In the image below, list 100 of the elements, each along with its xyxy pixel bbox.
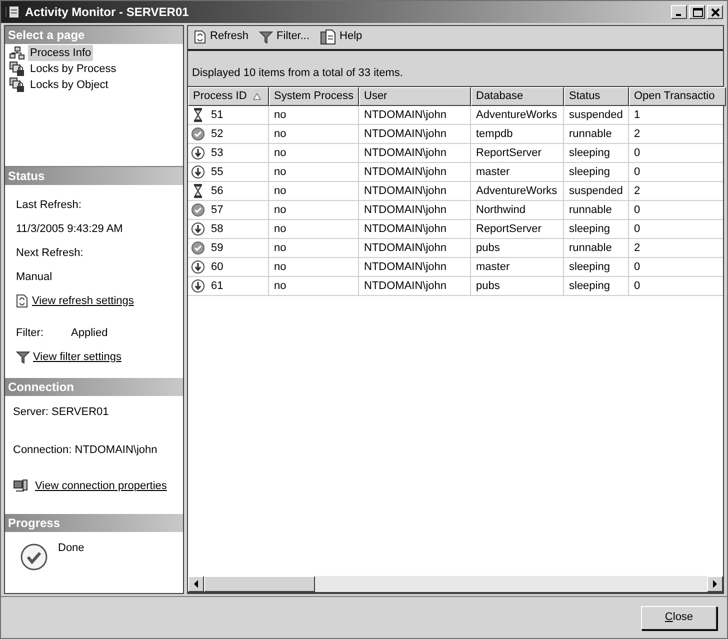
- computer-icon: [13, 479, 29, 493]
- table-cell-text: 2: [634, 126, 640, 142]
- lock-icon: [9, 61, 25, 77]
- table-cell-text: no: [274, 278, 286, 294]
- process-icon: [9, 45, 25, 61]
- table-cell-text: NTDOMAIN\john: [364, 108, 447, 123]
- table-cell-text: no: [274, 240, 286, 256]
- table-cell-text: no: [274, 222, 286, 237]
- section-header: Status: [5, 167, 183, 185]
- table-cell-text: no: [274, 164, 286, 180]
- connection-properties-link[interactable]: View connection properties: [35, 478, 167, 494]
- window-title: Activity Monitor - SERVER01: [25, 4, 190, 21]
- toolbar-button[interactable]: Filter...: [258, 26, 310, 46]
- table-cell-text: NTDOMAIN\john: [364, 260, 447, 275]
- table-cell-text: NTDOMAIN\john: [364, 278, 447, 294]
- table-cell-text: 2: [634, 240, 640, 256]
- connection-text: Connection: NTDOMAIN\john: [13, 442, 158, 458]
- column-header[interactable]: Status: [564, 87, 629, 106]
- app-icon: [5, 4, 21, 20]
- column-header[interactable]: Database: [471, 87, 564, 106]
- table-cell-text: NTDOMAIN\john: [364, 202, 447, 218]
- table-cell-text: runnable: [569, 126, 612, 142]
- horizontal-scrollbar[interactable]: [188, 576, 723, 593]
- table-cell-text: suspended: [569, 184, 623, 199]
- column-header[interactable]: Open Transactio: [629, 87, 726, 106]
- table-cell-text: 55: [211, 164, 224, 180]
- refresh-icon: [16, 294, 28, 308]
- page-list-item[interactable]: Process Info: [28, 44, 94, 62]
- table-cell-text: runnable: [569, 240, 612, 256]
- filter-value: Applied: [71, 326, 108, 341]
- check-icon: [20, 543, 48, 571]
- info-text: Displayed 10 items from a total of 33 items.: [191, 66, 404, 80]
- toolbar-button[interactable]: Refresh: [194, 26, 249, 46]
- page-list-item[interactable]: Locks by Object: [28, 76, 110, 94]
- arrow-icon: [194, 580, 198, 588]
- progress-text: Done: [58, 541, 84, 556]
- table-cell-text: suspended: [569, 108, 623, 123]
- table-cell-text: 61: [211, 278, 224, 294]
- table-cell-text: NTDOMAIN\john: [364, 184, 447, 199]
- table-cell-text: no: [274, 146, 286, 161]
- scroll-left-button[interactable]: [188, 576, 204, 592]
- table-cell-text: pubs: [476, 240, 500, 256]
- section-header: Progress: [5, 514, 183, 532]
- table-cell-text: 59: [211, 240, 224, 256]
- table-cell-text: NTDOMAIN\john: [364, 222, 447, 237]
- check-icon: [191, 241, 205, 255]
- table-cell-text: AdventureWorks: [476, 184, 558, 199]
- hourglass-icon: [191, 108, 205, 122]
- status-text: Manual: [16, 270, 54, 285]
- table-cell-text: no: [274, 184, 286, 199]
- column-header[interactable]: System Process: [269, 87, 359, 106]
- table-cell-text: no: [274, 202, 286, 218]
- scroll-thumb[interactable]: [204, 576, 315, 592]
- refresh-settings-link[interactable]: View refresh settings: [32, 292, 134, 310]
- section-header: Select a page: [5, 26, 183, 44]
- table-cell-text: no: [274, 126, 286, 142]
- table-cell-text: NTDOMAIN\john: [364, 146, 447, 161]
- table-cell-text: no: [274, 260, 286, 275]
- table-cell-text: 60: [211, 260, 224, 275]
- table-cell-text: 0: [634, 164, 640, 180]
- table-cell-text: master: [476, 164, 510, 180]
- column-header[interactable]: Process ID: [188, 87, 269, 106]
- section-header: Connection: [5, 378, 183, 396]
- status-text: 11/3/2005 9:43:29 AM: [16, 222, 124, 237]
- close-button[interactable]: [707, 5, 723, 19]
- table-cell-text: 0: [634, 278, 640, 294]
- table-cell-text: 51: [211, 108, 224, 123]
- status-text: Last Refresh:: [16, 198, 82, 213]
- table-cell-text: 2: [634, 184, 640, 199]
- table-cell-text: 0: [634, 146, 640, 161]
- close-button[interactable]: Close: [641, 606, 717, 630]
- table-cell-text: runnable: [569, 202, 612, 218]
- lock-icon: [9, 77, 25, 93]
- scroll-right-button[interactable]: [707, 576, 723, 592]
- column-header[interactable]: User: [359, 87, 471, 106]
- check-icon: [191, 203, 205, 217]
- table-cell-text: sleeping: [569, 222, 610, 237]
- maximize-button[interactable]: [689, 5, 705, 19]
- filter-icon: [16, 350, 30, 364]
- table-cell-text: sleeping: [569, 164, 610, 180]
- table-cell-text: 0: [634, 202, 640, 218]
- refresh-icon: [194, 30, 206, 44]
- check-icon: [191, 127, 205, 141]
- table-cell-text: 57: [211, 202, 224, 218]
- table-cell-text: sleeping: [569, 260, 610, 275]
- page-list-item[interactable]: Locks by Process: [28, 60, 118, 78]
- filter-icon: [258, 30, 273, 44]
- table-cell-text: ReportServer: [476, 222, 542, 237]
- status-text: Next Refresh:: [16, 246, 84, 261]
- minimize-button[interactable]: [671, 5, 687, 19]
- table-cell-text: sleeping: [569, 278, 610, 294]
- filter-settings-link[interactable]: View filter settings: [33, 348, 122, 366]
- filter-label: Filter:: [16, 326, 44, 341]
- hourglass-icon: [191, 184, 205, 198]
- table-cell-text: 52: [211, 126, 224, 142]
- table-cell-text: NTDOMAIN\john: [364, 240, 447, 256]
- document-icon: [320, 28, 336, 44]
- maximize-icon: [692, 8, 702, 17]
- minimize-icon: [676, 14, 680, 16]
- toolbar-button[interactable]: Help: [320, 26, 362, 46]
